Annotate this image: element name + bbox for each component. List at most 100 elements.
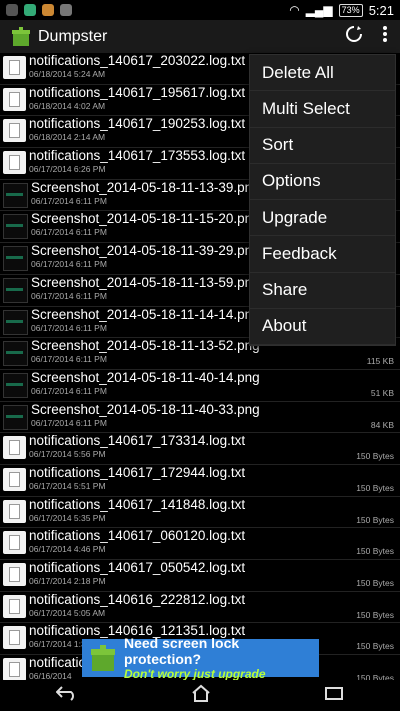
file-date: 06/17/2014 5:51 PM: [29, 480, 106, 491]
image-thumbnail: [3, 341, 28, 367]
file-name: notifications_140617_173553.log.txt: [29, 148, 246, 164]
notification-icon: [60, 4, 72, 16]
menu-item-about[interactable]: About: [250, 309, 395, 345]
list-item[interactable]: notifications_140617_172944.log.txt 06/17…: [0, 465, 400, 497]
file-size: 51 KB: [370, 387, 394, 398]
upgrade-ad-banner[interactable]: Need screen lock protection? Don't worry…: [82, 635, 319, 681]
file-date: 06/17/2014 6:11 PM: [31, 227, 107, 238]
app-title: Dumpster: [38, 27, 108, 45]
text-file-icon: [3, 658, 26, 680]
file-date: 06/17/2014 6:11 PM: [31, 354, 107, 365]
file-date: 06/17/2014 4:46 PM: [29, 544, 106, 555]
wifi-icon: ◠: [289, 3, 300, 17]
file-name: notifications_140617_173314.log.txt: [29, 433, 246, 449]
list-item[interactable]: notifications_140617_141848.log.txt 06/17…: [0, 497, 400, 529]
menu-item-sort[interactable]: Sort: [250, 128, 395, 164]
file-size: 150 Bytes: [356, 641, 394, 652]
image-thumbnail: [3, 309, 28, 335]
dumpster-logo-icon: [10, 26, 32, 48]
image-thumbnail: [3, 404, 28, 430]
text-file-icon: [3, 436, 26, 460]
file-date: 06/18/2014 5:24 AM: [29, 69, 106, 79]
file-size: 150 Bytes: [356, 482, 394, 493]
file-name: Screenshot_2014-05-18-11-13-39.png: [31, 179, 260, 195]
notification-icon: [42, 4, 54, 16]
dumpster-ad-icon: [88, 643, 118, 673]
text-file-icon: [3, 87, 26, 111]
file-name: Screenshot_2014-05-18-11-39-29.png: [31, 243, 260, 259]
menu-item-feedback[interactable]: Feedback: [250, 236, 395, 273]
status-bar: ◠ ▂▄▆ 73% 5:21: [0, 0, 400, 20]
ad-headline: Need screen lock protection?: [124, 635, 240, 667]
file-name: Screenshot_2014-05-18-11-40-14.png: [31, 369, 260, 385]
menu-item-multi-select[interactable]: Multi Select: [250, 91, 395, 128]
file-size: 84 KB: [370, 419, 394, 430]
list-item[interactable]: notifications_140617_173314.log.txt 06/17…: [0, 433, 400, 465]
file-size: 150 Bytes: [356, 609, 394, 620]
file-date: 06/17/2014 6:11 PM: [31, 322, 107, 333]
file-date: 06/17/2014 6:11 PM: [31, 195, 107, 206]
text-file-icon: [3, 626, 26, 650]
text-file-icon: [3, 151, 26, 175]
back-icon[interactable]: [55, 685, 78, 706]
menu-item-delete-all[interactable]: Delete All: [250, 55, 395, 92]
file-date: 06/18/2014 2:14 AM: [29, 132, 106, 143]
image-thumbnail: [3, 182, 28, 208]
file-name: Screenshot_2014-05-18-11-40-33.png: [31, 401, 260, 417]
file-date: 06/17/2014 6:11 PM: [31, 385, 107, 396]
signal-icon: ▂▄▆: [305, 3, 333, 17]
overflow-menu: Delete All Multi Select Sort Options Upgrade…: [249, 54, 396, 346]
file-name: Screenshot_2014-05-18-11-13-52.png: [31, 338, 260, 354]
list-item[interactable]: notifications_140617_050542.log.txt 06/17…: [0, 560, 400, 592]
file-date: 06/17/2014 5:35 PM: [29, 512, 106, 523]
file-size: 115 KB: [366, 356, 394, 367]
file-name: Screenshot_2014-05-18-11-13-59.png: [31, 274, 260, 290]
file-date: 06/17/2014 6:11 PM: [31, 259, 107, 270]
overflow-menu-icon[interactable]: [382, 24, 388, 49]
file-name: notifications_140617_190253.log.txt: [29, 116, 246, 132]
text-file-icon: [3, 467, 26, 491]
file-name: notifications_140617_060120.log.txt: [29, 528, 246, 544]
file-date: 06/17/2014 6:11 PM: [31, 417, 107, 428]
list-item[interactable]: Screenshot_2014-05-18-11-40-33.png 06/17/…: [0, 402, 400, 434]
file-name: notifications_140617_050542.log.txt: [29, 560, 246, 575]
file-name: notifications_140616_222812.log.txt: [29, 591, 246, 607]
menu-item-upgrade[interactable]: Upgrade: [250, 200, 395, 237]
file-name: notifications_140617_203022.log.txt: [29, 53, 246, 68]
notification-icon: [24, 4, 36, 16]
image-thumbnail: [3, 246, 28, 272]
action-bar: Dumpster: [0, 20, 400, 54]
menu-item-options[interactable]: Options: [250, 164, 395, 200]
file-date: 06/17/2014 6:26 PM: [29, 164, 106, 175]
file-date: 06/17/2014 5:05 AM: [29, 607, 106, 618]
file-date: 06/17/2014 6:11 PM: [31, 290, 107, 301]
refresh-icon[interactable]: [344, 24, 364, 49]
list-item[interactable]: Screenshot_2014-05-18-11-40-14.png 06/17/…: [0, 370, 400, 402]
file-size: 150 Bytes: [356, 546, 394, 557]
system-nav-bar: [0, 680, 400, 711]
file-name: Screenshot_2014-05-18-11-14-14.png: [31, 306, 260, 322]
file-name: notifications_140617_141848.log.txt: [29, 496, 246, 512]
text-file-icon: [3, 119, 26, 143]
file-size: 150 Bytes: [356, 514, 394, 525]
text-file-icon: [3, 594, 26, 618]
image-thumbnail: [3, 372, 28, 398]
file-name: notifications_140617_172944.log.txt: [29, 464, 246, 480]
notification-icon: [6, 4, 18, 16]
recents-icon[interactable]: [324, 685, 344, 706]
file-date: 06/18/2014 4:02 AM: [29, 100, 106, 111]
menu-item-share[interactable]: Share: [250, 273, 395, 309]
home-icon[interactable]: [191, 684, 211, 707]
text-file-icon: [3, 563, 26, 586]
image-thumbnail: [3, 277, 28, 303]
file-size: 150 Bytes: [356, 673, 394, 680]
text-file-icon: [3, 499, 26, 523]
file-size: 150 Bytes: [356, 578, 394, 588]
text-file-icon: [3, 56, 26, 79]
image-thumbnail: [3, 214, 28, 240]
ad-subline: Don't worry just upgrade: [124, 667, 266, 681]
list-item[interactable]: notifications_140617_060120.log.txt 06/17…: [0, 528, 400, 560]
list-item[interactable]: notifications_140616_222812.log.txt 06/17…: [0, 592, 400, 624]
text-file-icon: [3, 531, 26, 555]
clock: 5:21: [368, 2, 394, 18]
